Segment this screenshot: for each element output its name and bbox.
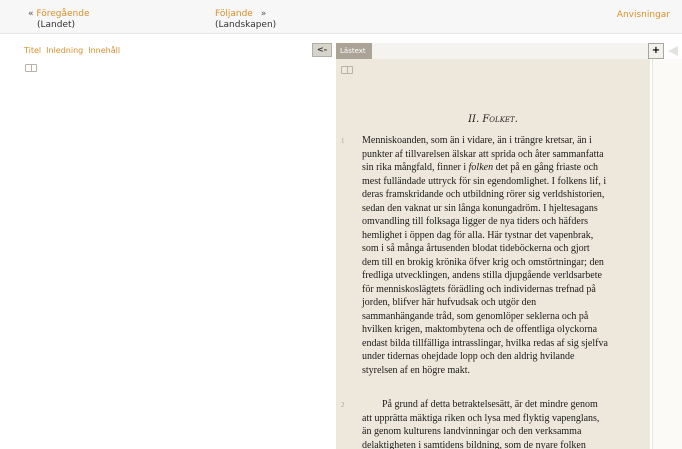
left-pane-tabs: Titel Inledning Innehåll bbox=[24, 46, 125, 55]
paragraph: På grund af detta betraktelsesätt, är de… bbox=[362, 398, 599, 449]
text-line: sedan den vaknat ur sin långa konungadrö… bbox=[362, 202, 598, 214]
previous-subtitle: (Landet) bbox=[37, 20, 76, 30]
text-line: sammanhängande tråd, som genomlöper sekl… bbox=[362, 310, 589, 322]
text-line: under tidernas ohejdade lopp och den ald… bbox=[362, 351, 575, 362]
top-navigation-bar: « Föregående (Landet) Följande » (Landsk… bbox=[0, 0, 682, 34]
text-line: endast bilda tillfälliga intrasslingar, … bbox=[362, 337, 608, 349]
add-pane-button[interactable]: + bbox=[648, 43, 664, 59]
collapse-left-pane-button[interactable]: <- bbox=[312, 43, 332, 57]
emphasis: folken bbox=[468, 162, 494, 173]
chapter-title: II. Folket. bbox=[468, 114, 518, 125]
open-book-icon[interactable] bbox=[341, 66, 353, 74]
text-line: än genom kulturens landvinningar och den… bbox=[362, 426, 582, 437]
text-line: omvandling till folksaga ligger de nya t… bbox=[362, 216, 589, 227]
text-line: som i så många årtusenden blodat tideböc… bbox=[362, 243, 590, 254]
text-line: punkter af tillvarelsen älskar att sprid… bbox=[362, 148, 604, 160]
text-line: deras framskridande och utbildning rörer… bbox=[362, 189, 605, 200]
next-label[interactable]: Följande bbox=[215, 9, 253, 19]
text-line: Menniskoanden, som än i vidare, än i trä… bbox=[362, 135, 592, 146]
reader-header bbox=[336, 43, 650, 59]
text-line: hemlighet i öppen dag för alla. Här tyst… bbox=[362, 229, 594, 241]
text-line: styrelsen af en högre makt. bbox=[362, 364, 471, 376]
tab-introduction[interactable]: Inledning bbox=[46, 46, 83, 55]
text-line: mest fulländade uttryck för sin egendoml… bbox=[362, 175, 607, 187]
tab-contents[interactable]: Innehåll bbox=[88, 46, 120, 55]
tab-reading-text[interactable]: Lästext bbox=[336, 43, 372, 59]
previous-link[interactable]: « Föregående (Landet) bbox=[28, 9, 90, 31]
text-line: att upprätta mäktiga riken och lysa med … bbox=[362, 412, 600, 424]
paragraph: Menniskoanden, som än i vidare, än i trä… bbox=[362, 134, 608, 377]
instructions-link[interactable]: Anvisningar bbox=[617, 10, 670, 20]
next-link[interactable]: Följande » (Landskapen) bbox=[215, 9, 276, 31]
previous-label[interactable]: Föregående bbox=[36, 9, 89, 19]
text-line: sin rika mångfald, finner i folken det p… bbox=[362, 162, 599, 173]
text-line: för menniskoslägtets förädling och indiv… bbox=[362, 283, 596, 295]
text-line: På grund af detta betraktelsesätt, är de… bbox=[362, 399, 598, 410]
double-chevron-right-icon: » bbox=[260, 9, 267, 19]
arrow-left-icon[interactable] bbox=[668, 46, 678, 56]
text-line: delaktigheten i samtidens bildning, som … bbox=[362, 439, 586, 449]
next-subtitle: (Landskapen) bbox=[215, 20, 277, 30]
text-line: fredliga utvecklingen, andens stilla dju… bbox=[362, 270, 602, 281]
paragraph-number: 2 bbox=[341, 401, 345, 409]
double-chevron-left-icon: « bbox=[28, 9, 34, 19]
right-side-rail bbox=[652, 59, 682, 449]
paragraph-number: 1 bbox=[341, 137, 345, 145]
tab-title[interactable]: Titel bbox=[24, 46, 41, 55]
text-line: hvilken krigen, maktombytena och de offe… bbox=[362, 324, 598, 335]
open-book-icon[interactable] bbox=[25, 64, 37, 72]
reading-text-panel: II. Folket. 1 Menniskoanden, som än i vi… bbox=[336, 59, 650, 449]
text-line: jorden, blifver här hufvudsak och utgör … bbox=[362, 297, 537, 308]
text-line: dem till en brokig krönika öfver krig oc… bbox=[362, 256, 604, 268]
